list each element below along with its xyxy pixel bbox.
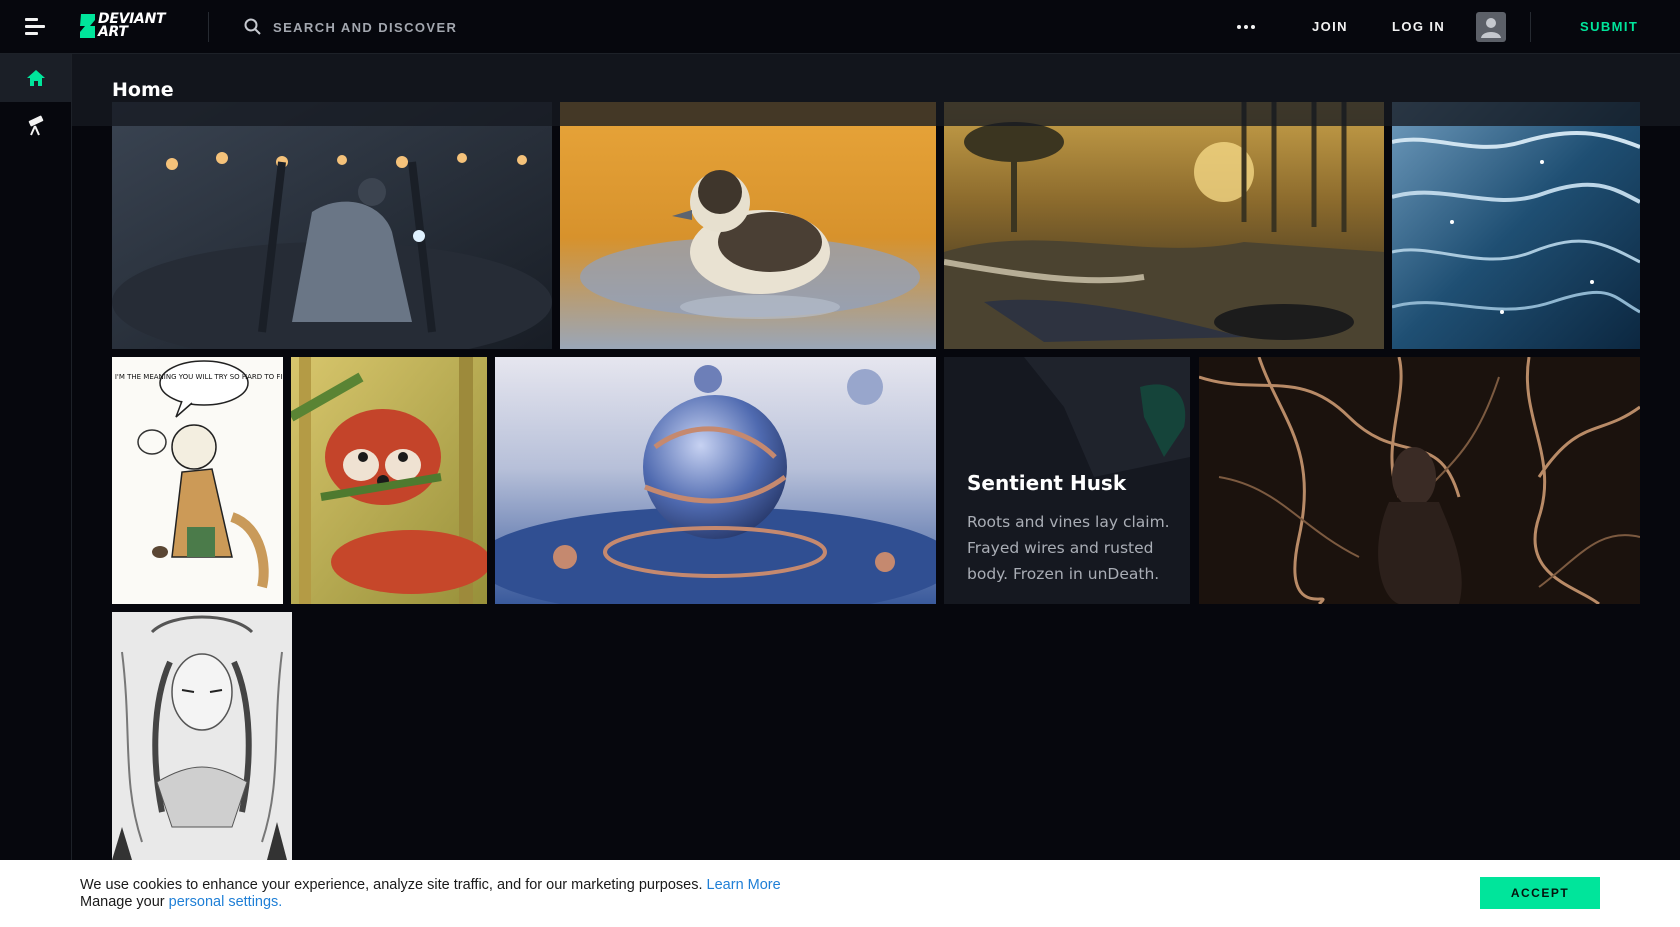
artwork-thumbnail-red-panda[interactable] xyxy=(291,357,487,604)
artwork-thumbnail-lantern-swordsman[interactable] xyxy=(112,102,552,349)
artwork-thumbnail-root-figure[interactable] xyxy=(1199,357,1640,604)
left-sidebar xyxy=(0,54,72,927)
more-options-icon[interactable] xyxy=(1234,17,1258,37)
search-icon xyxy=(244,18,261,35)
avatar-icon[interactable] xyxy=(1476,12,1506,42)
artwork-thumbnail-ocean-waves[interactable] xyxy=(1392,102,1640,349)
card-description: Roots and vines lay claim. Frayed wires … xyxy=(967,513,1170,583)
join-link[interactable]: JOIN xyxy=(1312,19,1348,34)
top-navigation-bar: DEVIANT ART SEARCH AND DISCOVER JOIN LOG… xyxy=(0,0,1680,54)
sidebar-item-home[interactable] xyxy=(0,54,71,102)
logo-line-2: ART xyxy=(98,24,128,40)
telescope-icon xyxy=(28,115,43,136)
sidebar-item-discover[interactable] xyxy=(0,102,71,150)
cookie-text: We use cookies to enhance your experienc… xyxy=(80,877,781,893)
submit-button[interactable]: SUBMIT xyxy=(1580,19,1638,34)
artwork-thumbnail-fractal-sphere[interactable] xyxy=(495,357,936,604)
accept-cookies-button[interactable]: ACCEPT xyxy=(1480,877,1600,909)
cookie-message: We use cookies to enhance your experienc… xyxy=(80,877,703,893)
deviantart-logo[interactable]: DEVIANT ART xyxy=(78,12,178,41)
artwork-thumbnail-duckling[interactable] xyxy=(560,102,936,349)
divider xyxy=(1530,12,1531,42)
card-title: Sentient Husk xyxy=(967,471,1127,495)
cookie-banner: We use cookies to enhance your experienc… xyxy=(0,860,1680,927)
comic-speech-bubble-text: I'M THE MEANING YOU WILL TRY SO HARD TO … xyxy=(115,373,283,381)
learn-more-link[interactable]: Learn More xyxy=(707,877,781,893)
logo-wordmark: DEVIANT ART xyxy=(98,12,166,40)
artwork-thumbnail-meaning-comic[interactable]: I'M THE MEANING YOU WILL TRY SO HARD TO … xyxy=(112,357,283,604)
home-header-band xyxy=(72,54,1680,126)
artwork-thumbnail-forest-stream[interactable] xyxy=(944,102,1384,349)
featured-deviation-card[interactable]: Sentient Husk Roots and vines lay claim.… xyxy=(944,357,1190,604)
cookie-settings-text: Manage your personal settings. xyxy=(80,894,282,910)
page-title: Home xyxy=(112,79,174,101)
home-icon xyxy=(26,70,45,86)
deviantart-mark-icon xyxy=(80,14,95,38)
artwork-thumbnail-angel-sketch[interactable] xyxy=(112,612,292,860)
search-input[interactable]: SEARCH AND DISCOVER xyxy=(273,20,457,35)
login-link[interactable]: LOG IN xyxy=(1392,19,1445,34)
manage-prefix: Manage your xyxy=(80,894,165,910)
personal-settings-link[interactable]: personal settings. xyxy=(169,894,283,910)
divider xyxy=(208,12,209,42)
menu-icon[interactable] xyxy=(25,18,47,35)
search-bar[interactable]: SEARCH AND DISCOVER xyxy=(240,14,520,42)
